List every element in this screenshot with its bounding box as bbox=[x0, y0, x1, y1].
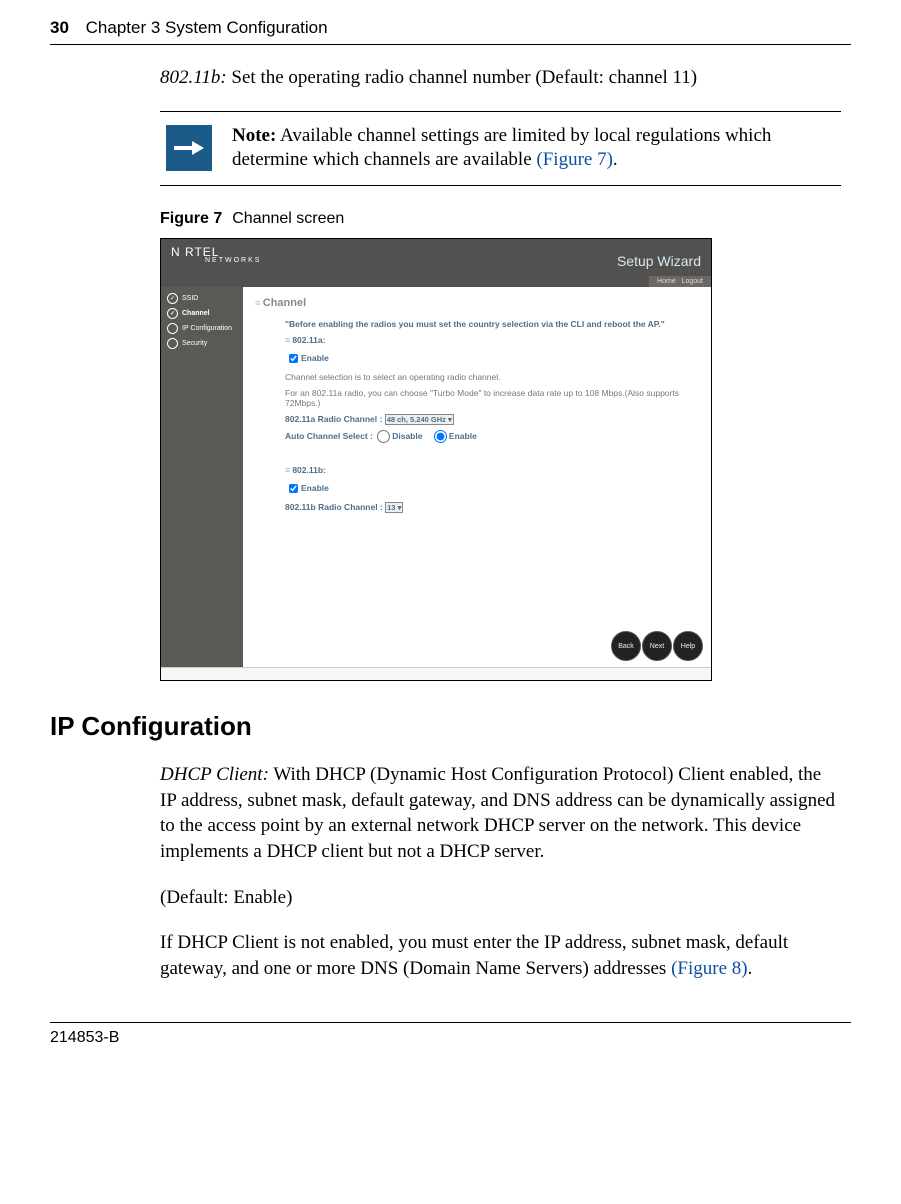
inline-label: DHCP Client: bbox=[160, 764, 269, 785]
logout-link[interactable]: Logout bbox=[682, 278, 703, 285]
disable-label: Disable bbox=[392, 431, 422, 441]
rc-a-label: 802.11a Radio Channel : bbox=[285, 414, 385, 424]
sidebar-item-security[interactable]: Security bbox=[161, 336, 243, 351]
desc-text-1: Channel selection is to select an operat… bbox=[285, 372, 699, 382]
enable-label: Enable bbox=[449, 431, 477, 441]
rc-b-label: 802.11b Radio Channel : bbox=[285, 502, 385, 512]
note-body: Available channel settings are limited b… bbox=[232, 125, 771, 171]
page-number: 30 bbox=[50, 18, 69, 37]
enable-label: Enable bbox=[301, 483, 329, 493]
radio-channel-b-row: 802.11b Radio Channel : 13 ▾ bbox=[285, 502, 699, 512]
sidebar-label: IP Configuration bbox=[182, 325, 232, 332]
desc-text-2: For an 802.11a radio, you can choose "Tu… bbox=[285, 388, 699, 408]
sidebar-label: Security bbox=[182, 340, 207, 347]
figure7-link[interactable]: (Figure 7) bbox=[536, 149, 613, 170]
page-footer: 214853-B bbox=[50, 1022, 851, 1077]
nav-buttons: Back Next Help bbox=[611, 631, 703, 661]
status-bar bbox=[161, 667, 711, 680]
check-icon bbox=[167, 293, 178, 304]
auto-label: Auto Channel Select : bbox=[285, 431, 375, 441]
figure-label: Figure 7 bbox=[160, 210, 222, 227]
enable-a-checkbox-row[interactable]: Enable bbox=[285, 351, 699, 366]
sidebar-label: Channel bbox=[182, 310, 210, 317]
sidebar-item-ipconfig[interactable]: IP Configuration bbox=[161, 321, 243, 336]
setup-wizard-title: Setup Wizard bbox=[617, 253, 701, 269]
enable-label: Enable bbox=[301, 353, 329, 363]
inline-label: 802.11b: bbox=[160, 67, 227, 88]
enable-b-checkbox-row[interactable]: Enable bbox=[285, 481, 699, 496]
figure-caption: Figure 7 Channel screen bbox=[160, 210, 841, 228]
inline-text: . bbox=[748, 958, 753, 979]
check-icon bbox=[167, 308, 178, 319]
rc-b-select[interactable]: 13 ▾ bbox=[385, 502, 403, 513]
rc-a-select[interactable]: 48 ch, 5.240 GHz ▾ bbox=[385, 414, 454, 425]
panel-title: Channel bbox=[255, 297, 699, 309]
arrow-icon bbox=[166, 125, 212, 171]
screenshot-main: Channel "Before enabling the radios you … bbox=[243, 287, 711, 667]
warning-text: "Before enabling the radios you must set… bbox=[285, 319, 699, 329]
body-paragraph-nodhcp: If DHCP Client is not enabled, you must … bbox=[160, 930, 841, 981]
auto-enable-radio[interactable] bbox=[434, 430, 447, 443]
auto-channel-row: Auto Channel Select : Disable Enable bbox=[285, 430, 699, 443]
circle-icon bbox=[167, 338, 178, 349]
section-802-11a: 802.11a: bbox=[285, 335, 699, 345]
screenshot-header: N RTEL NETWORKS Setup Wizard Home Logout bbox=[161, 239, 711, 287]
enable-b-checkbox[interactable] bbox=[289, 484, 298, 493]
home-link[interactable]: Home bbox=[657, 278, 676, 285]
sidebar: SSID Channel IP Configuration Security bbox=[161, 287, 243, 667]
note-label: Note: bbox=[232, 125, 276, 146]
chapter-title: Chapter 3 System Configuration bbox=[86, 18, 328, 37]
next-button[interactable]: Next bbox=[642, 631, 672, 661]
sidebar-item-ssid[interactable]: SSID bbox=[161, 291, 243, 306]
section-802-11b: 802.11b: bbox=[285, 465, 699, 475]
sidebar-label: SSID bbox=[182, 295, 198, 302]
brand-bottom: NETWORKS bbox=[205, 257, 261, 264]
body-paragraph-default: (Default: Enable) bbox=[160, 885, 841, 911]
auto-disable-radio[interactable] bbox=[377, 430, 390, 443]
util-bar: Home Logout bbox=[649, 276, 711, 287]
note-text: Note: Available channel settings are lim… bbox=[232, 124, 841, 173]
radio-channel-a-row: 802.11a Radio Channel : 48 ch, 5.240 GHz… bbox=[285, 414, 699, 424]
note-block: Note: Available channel settings are lim… bbox=[160, 111, 841, 186]
sidebar-item-channel[interactable]: Channel bbox=[161, 306, 243, 321]
figure8-link[interactable]: (Figure 8) bbox=[671, 958, 748, 979]
heading-ip-configuration: IP Configuration bbox=[50, 711, 841, 742]
body-paragraph-dhcp: DHCP Client: With DHCP (Dynamic Host Con… bbox=[160, 762, 841, 865]
enable-a-checkbox[interactable] bbox=[289, 354, 298, 363]
brand-logo: N RTEL NETWORKS bbox=[171, 245, 261, 264]
figure-caption-text: Channel screen bbox=[232, 210, 344, 227]
circle-icon bbox=[167, 323, 178, 334]
screenshot-channel-screen: N RTEL NETWORKS Setup Wizard Home Logout… bbox=[160, 238, 712, 681]
note-period: . bbox=[613, 149, 618, 170]
help-button[interactable]: Help bbox=[673, 631, 703, 661]
back-button[interactable]: Back bbox=[611, 631, 641, 661]
inline-text: Set the operating radio channel number (… bbox=[227, 67, 697, 88]
body-paragraph-802-11b: 802.11b: Set the operating radio channel… bbox=[160, 65, 841, 91]
page-header: 30 Chapter 3 System Configuration bbox=[50, 0, 851, 45]
